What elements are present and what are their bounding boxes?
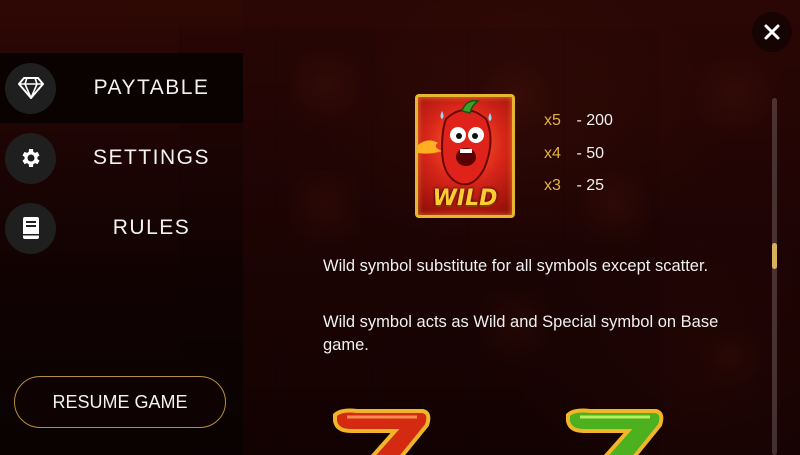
gear-icon	[5, 132, 56, 184]
paytable-panel	[243, 0, 800, 455]
payout-amount: - 25	[576, 177, 605, 194]
payout-row: x3 - 25	[544, 177, 604, 195]
menu-label: RULES	[112, 216, 191, 239]
resume-game-button[interactable]: RESUME GAME	[14, 376, 226, 428]
payout-row: x4 - 50	[544, 145, 604, 163]
wild-description: Wild symbol substitute for all symbols e…	[323, 257, 709, 275]
menu-item-settings[interactable]: SETTINGS	[0, 123, 243, 193]
menu-label: SETTINGS	[92, 146, 210, 169]
wild-label: WILD	[432, 186, 498, 211]
payout-amount: - 200	[576, 112, 613, 129]
close-icon	[764, 24, 780, 40]
payout-multiplier: x5	[544, 112, 561, 129]
side-menu: PAYTABLE SETTINGS RULES RESUME GAME	[0, 0, 243, 455]
scrollbar-thumb[interactable]	[772, 243, 777, 269]
wild-symbol-image: WILD	[415, 94, 515, 218]
diamond-icon	[5, 62, 56, 114]
close-button[interactable]	[752, 12, 792, 52]
payout-multiplier: x4	[544, 145, 561, 162]
scrollbar[interactable]	[772, 98, 777, 455]
red-seven-symbol	[327, 407, 433, 455]
menu-label: PAYTABLE	[93, 76, 210, 99]
menu-item-paytable[interactable]: PAYTABLE	[0, 53, 243, 123]
payout-multiplier: x3	[544, 177, 561, 194]
payout-row: x5 - 200	[544, 112, 613, 130]
green-seven-symbol	[560, 407, 666, 455]
wild-description: Wild symbol acts as Wild and Special sym…	[323, 313, 719, 354]
book-icon	[5, 202, 56, 254]
menu-item-rules[interactable]: RULES	[0, 193, 243, 263]
payout-amount: - 50	[576, 145, 605, 162]
